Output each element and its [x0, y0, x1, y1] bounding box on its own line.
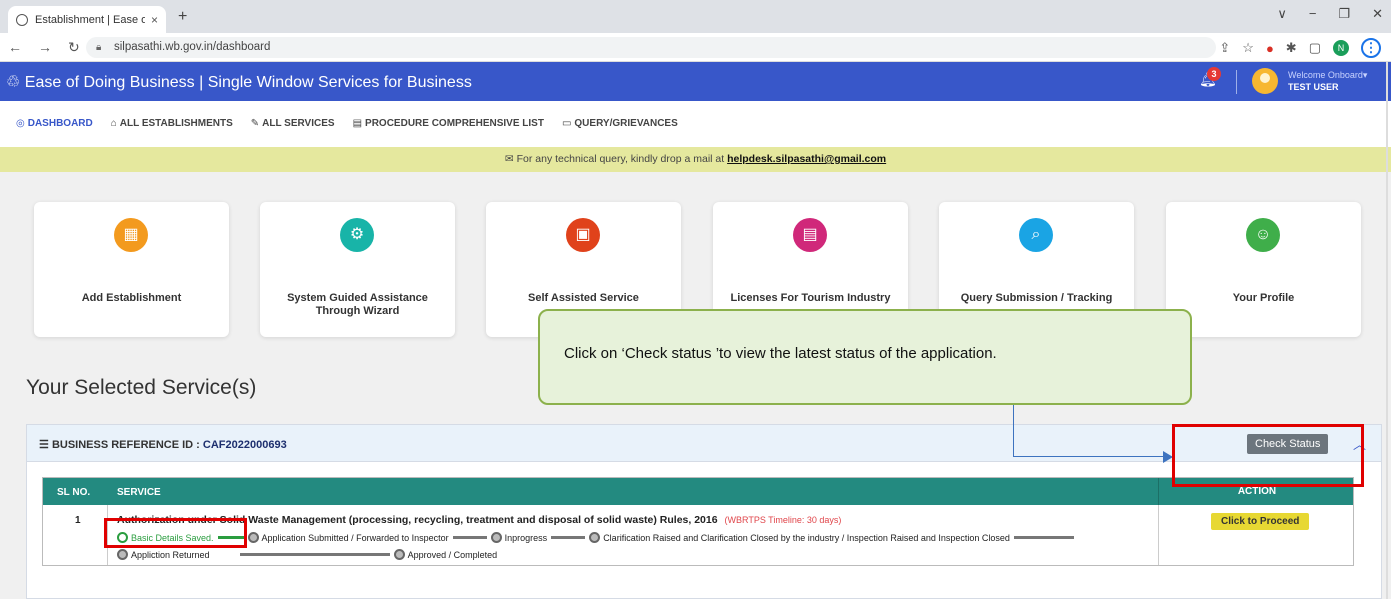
close-window-button[interactable]: ✕	[1372, 6, 1383, 22]
back-icon[interactable]: ←	[8, 39, 22, 56]
tab-title: Establishment | Ease of doing bu	[35, 13, 145, 26]
lock-icon: 🔒︎	[96, 42, 102, 53]
globe-icon	[16, 13, 28, 26]
step-label: Approved / Completed	[407, 549, 498, 560]
card-label: Your Profile	[1232, 292, 1295, 304]
profile-avatar[interactable]: N	[1333, 40, 1349, 56]
url-text: silpasathi.wb.gov.in/dashboard	[114, 41, 271, 53]
star-icon[interactable]: ☆	[1242, 40, 1254, 56]
helpdesk-email-link[interactable]: helpdesk.silpasathi@gmail.com	[727, 153, 886, 165]
building-icon: ⌂	[110, 118, 117, 129]
step-connector	[452, 536, 487, 539]
extension-icon[interactable]: ●	[1266, 41, 1274, 56]
step-circle-icon	[589, 532, 601, 543]
step-label: Application Submitted / Forwarded to Ins…	[261, 532, 449, 543]
menu-all-establishments[interactable]: ⌂ ALL ESTABLISHMENTS	[111, 118, 233, 129]
section-title: Your Selected Service(s)	[26, 376, 257, 399]
list-icon: ▤	[352, 118, 363, 129]
menu-dashboard[interactable]: ◎ DASHBOARD	[16, 118, 93, 129]
dashboard-icon: ◎	[16, 118, 25, 129]
progress-steps: Basic Details Saved. Application Submitt…	[117, 532, 1078, 543]
address-bar: ← → ↻ 🔒︎ silpasathi.wb.gov.in/dashboard …	[0, 33, 1391, 62]
app-header: ♲ Ease of Doing Business | Single Window…	[0, 62, 1391, 101]
browser-tab[interactable]: Establishment | Ease of doing bu ×	[8, 6, 166, 33]
user-avatar[interactable]	[1252, 68, 1278, 94]
callout-connector	[1013, 456, 1166, 457]
step-connector	[239, 553, 390, 556]
reference-id: CAF2022000693	[202, 439, 287, 451]
gear-icon: ⚙	[340, 218, 374, 252]
card-label: Add Establishment	[81, 292, 182, 304]
extension-tray: ⇪ ☆ ● ✱ ▢ N ⋮	[1219, 38, 1381, 58]
column-divider	[1158, 505, 1159, 565]
callout-connector	[1013, 405, 1014, 457]
card-label: Licenses For Tourism Industry	[730, 292, 891, 304]
progress-steps: Appliction Returned Approved / Completed	[117, 549, 497, 560]
card-label: System Guided Assistance Through Wizard	[287, 292, 428, 317]
tab-search-button[interactable]: ∨	[1277, 6, 1287, 22]
step-label: Clarification Raised and Clarification C…	[603, 532, 1010, 543]
reload-icon[interactable]: ↻	[68, 39, 80, 56]
step-circle-icon	[490, 532, 502, 543]
step-label: Appliction Returned	[131, 549, 210, 560]
row-sl: 1	[75, 515, 81, 526]
business-reference: ☰ BUSINESS REFERENCE ID : CAF2022000693	[39, 439, 287, 451]
notification-badge: 3	[1207, 67, 1221, 81]
window-controls: ∨ − ❐ ✕	[1277, 6, 1383, 22]
menu-procedure-list[interactable]: ▤ PROCEDURE COMPREHENSIVE LIST	[353, 118, 544, 129]
card-label: Self Assisted Service	[528, 292, 639, 304]
column-service: SERVICE	[117, 487, 161, 498]
profile-icon: ☺	[1246, 218, 1280, 252]
step-circle-icon	[117, 549, 128, 560]
callout-text: Click on ‘Check status ’to view the late…	[564, 345, 997, 362]
card-add-establishment[interactable]: ▦ Add Establishment	[34, 202, 229, 337]
grid-icon: ▣	[566, 218, 600, 252]
new-tab-button[interactable]: +	[178, 8, 187, 26]
app-title: ♲ Ease of Doing Business | Single Window…	[6, 74, 472, 91]
sidepanel-icon[interactable]: ▢	[1309, 40, 1321, 56]
user-name: TEST USER	[1288, 82, 1339, 92]
notification-bell-icon[interactable]: 🔔︎ 3	[1199, 67, 1221, 88]
scrollbar-track[interactable]	[1386, 62, 1388, 599]
share-icon[interactable]: ⇪	[1219, 40, 1230, 56]
menu-all-services[interactable]: ✎ ALL SERVICES	[251, 118, 335, 129]
highlight-check-status	[1172, 424, 1364, 487]
welcome-text[interactable]: Welcome Onboard▾	[1288, 70, 1367, 81]
card-label: Query Submission / Tracking	[960, 292, 1113, 304]
menu-query-grievances[interactable]: ▭ QUERY/GRIEVANCES	[562, 118, 678, 129]
info-banner: ✉ For any technical query, kindly drop a…	[0, 147, 1391, 172]
document-icon: ▤	[793, 218, 827, 252]
instruction-callout: Click on ‘Check status ’to view the late…	[538, 309, 1192, 405]
column-sl-no: SL NO.	[57, 487, 91, 498]
minimize-button[interactable]: −	[1309, 6, 1317, 22]
click-to-proceed-button[interactable]: Click to Proceed	[1211, 513, 1310, 530]
menu-kebab-icon[interactable]: ⋮	[1361, 38, 1381, 58]
step-circle-icon	[393, 549, 405, 560]
forward-icon[interactable]: →	[38, 39, 52, 56]
step-connector	[551, 536, 586, 539]
table-header: SL NO. SERVICE ACTION	[43, 478, 1353, 505]
mail-icon: ✉	[504, 153, 514, 165]
wrench-icon: ✎	[250, 118, 260, 129]
browser-tab-bar: Establishment | Ease of doing bu × + ∨ −…	[0, 0, 1391, 33]
card-your-profile[interactable]: ☺ Your Profile	[1166, 202, 1361, 337]
maximize-button[interactable]: ❐	[1338, 6, 1350, 22]
highlight-basic-details	[104, 518, 247, 548]
step-label: Inprogress	[504, 532, 548, 543]
card-guided-assistance[interactable]: ⚙ System Guided Assistance Through Wizar…	[260, 202, 455, 337]
main-menu: ◎ DASHBOARD ⌂ ALL ESTABLISHMENTS ✎ ALL SERV…	[0, 101, 1391, 147]
building-icon: ▦	[114, 218, 148, 252]
nav-buttons: ← → ↻	[8, 39, 80, 56]
header-divider	[1236, 70, 1237, 94]
step-circle-icon	[247, 532, 259, 543]
step-connector	[1013, 536, 1074, 539]
puzzle-icon[interactable]: ✱	[1286, 40, 1297, 56]
service-timeline: (WBRTPS Timeline: 30 days)	[724, 515, 842, 525]
network-icon: ♲	[6, 74, 21, 91]
url-field[interactable]: 🔒︎ silpasathi.wb.gov.in/dashboard	[86, 37, 1216, 58]
search-icon: ⌕	[1019, 218, 1053, 252]
message-icon: ▭	[561, 118, 572, 129]
list-icon: ☰	[39, 439, 49, 451]
tab-close-button[interactable]: ×	[151, 13, 158, 27]
